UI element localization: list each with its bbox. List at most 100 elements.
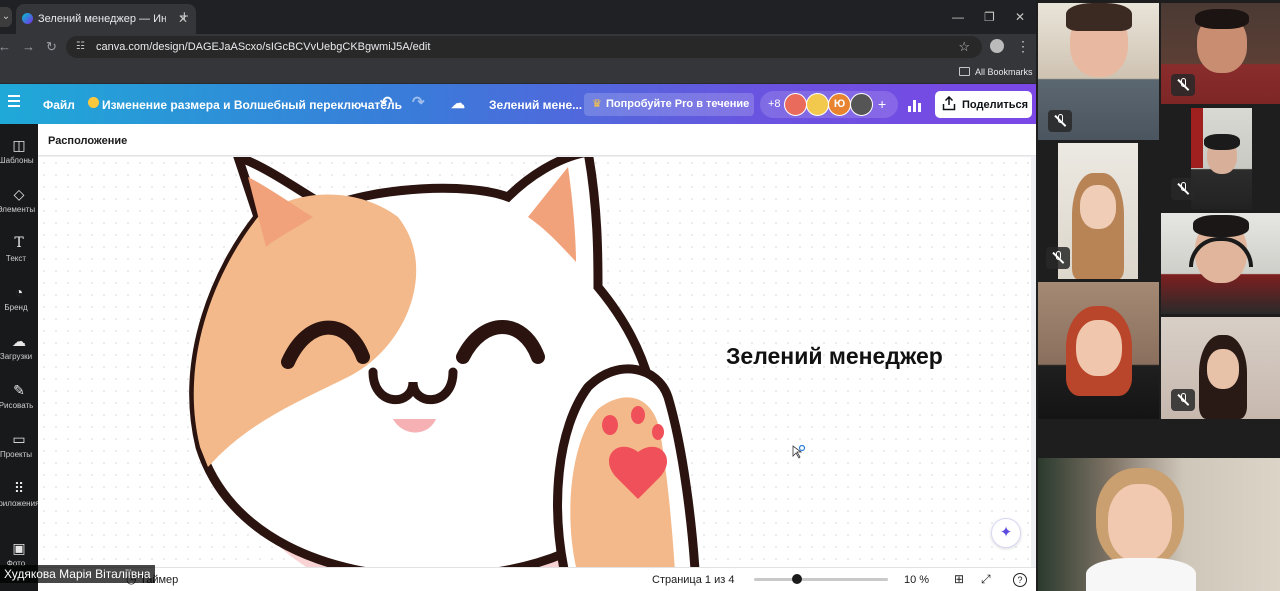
insights-icon[interactable] [904, 94, 926, 114]
all-bookmarks-link[interactable]: All Bookmarks [975, 66, 1033, 78]
draw-icon: ✎ [13, 382, 25, 398]
participant-tile[interactable] [1038, 282, 1159, 419]
address-bar[interactable]: ☷ canva.com/design/DAGEJaAScxo/sIGcBCVvU… [66, 36, 982, 58]
sidebar-item-elements[interactable]: ◇ Элементы [0, 185, 38, 233]
sidebar-item-draw[interactable]: ✎ Рисовать [0, 381, 38, 429]
grid-view-icon[interactable]: ⊞ [954, 572, 964, 587]
sidebar-item-brand[interactable]: ◔ Бренд [0, 283, 38, 331]
sidebar-item-apps[interactable]: ⠿ Приложения [0, 479, 40, 527]
redo-icon[interactable]: ↷ [412, 95, 425, 111]
screen: ⌄ Зелений менеджер — Интера ✕ + — ❐ ✕ ← … [0, 0, 1280, 591]
participant-tile[interactable] [1161, 3, 1280, 104]
try-pro-label: Попробуйте Pro в течение ... [606, 98, 751, 110]
share-button[interactable]: Поделиться [935, 91, 1032, 118]
sidebar-item-label: Элементы [0, 205, 36, 214]
canva-header: Файл Изменение размера и Волшебный перек… [0, 84, 1036, 124]
muted-mic-icon [1046, 247, 1070, 269]
sidebar-item-uploads[interactable]: ☁ Загрузки [0, 332, 38, 380]
participant-tile[interactable] [1058, 143, 1138, 279]
magic-assistant-button[interactable]: ✦ [991, 518, 1021, 548]
participant-tile[interactable] [1191, 108, 1252, 209]
sidebar-item-templates[interactable]: ◫ Шаблоны [0, 136, 38, 184]
cat-illustration[interactable] [148, 157, 708, 567]
participant-tile[interactable] [1161, 213, 1280, 314]
tab-search-icon[interactable]: ⌄ [0, 7, 12, 27]
window-close-icon[interactable]: ✕ [1015, 9, 1025, 25]
participant-tile[interactable] [1038, 3, 1159, 140]
collaborators[interactable]: +8 Ю + [760, 91, 898, 118]
templates-icon: ◫ [12, 137, 26, 153]
new-tab-icon[interactable]: + [180, 8, 189, 26]
photos-icon: ▣ [12, 540, 26, 556]
editor-canvas-area: Расположение Зелений менеджер ✦ [38, 124, 1036, 567]
collaborator-count: +8 [768, 98, 781, 110]
zoom-slider-thumb[interactable] [791, 574, 802, 584]
muted-mic-icon [1048, 110, 1072, 132]
menu-icon[interactable] [8, 95, 20, 107]
presenter-video-tile[interactable] [1038, 458, 1280, 591]
sidebar-item-text[interactable]: T Текст [0, 234, 38, 282]
sidebar-item-label: Загрузки [0, 352, 33, 361]
bookmarks-bar: All Bookmarks [0, 60, 1036, 84]
avatar[interactable] [784, 93, 807, 116]
zoom-level[interactable]: 10 % [904, 573, 929, 587]
sidebar-item-label: Шаблоны [0, 156, 34, 165]
zoom-slider[interactable] [754, 578, 888, 581]
browser-tab[interactable]: Зелений менеджер — Интера ✕ [16, 4, 196, 34]
avatar[interactable] [806, 93, 829, 116]
browser-menu-icon[interactable]: ⋮ [1016, 37, 1030, 55]
url-text[interactable]: canva.com/design/DAGEJaAScxo/sIGcBCVvUeb… [96, 40, 430, 54]
video-call-panel [1036, 0, 1280, 591]
site-info-icon[interactable]: ☷ [76, 40, 85, 54]
slide-page[interactable]: Зелений менеджер ✦ ⌃ [38, 157, 1031, 567]
resize-button[interactable]: Изменение размера и Волшебный переключат… [102, 97, 402, 113]
browser-toolbar: ← → ↻ ☷ canva.com/design/DAGEJaAScxo/sIG… [0, 34, 1036, 60]
design-name[interactable]: Зелений мене... [489, 97, 582, 113]
text-icon: T [14, 235, 24, 251]
canva-favicon-icon [22, 13, 33, 24]
sidebar-item-label: Приложения [0, 499, 40, 508]
tab-title: Зелений менеджер — Интера [38, 13, 166, 25]
muted-mic-icon [1171, 74, 1195, 96]
restore-icon[interactable]: ❐ [984, 9, 995, 25]
participant-tile[interactable] [1161, 317, 1280, 419]
tab-strip: ⌄ Зелений менеджер — Интера ✕ + — ❐ ✕ [0, 0, 1036, 34]
canva-sidebar: ◫ Шаблоны ◇ Элементы T Текст ◔ Бренд ☁ З… [0, 124, 40, 591]
add-collaborator-icon[interactable]: + [878, 95, 886, 113]
brand-icon: ◔ [14, 284, 24, 300]
muted-mic-icon [1171, 389, 1195, 411]
projects-icon: ▭ [12, 431, 26, 447]
uploads-icon: ☁ [12, 333, 26, 349]
upload-share-icon [942, 96, 956, 111]
apps-icon: ⠿ [13, 480, 25, 496]
forward-icon[interactable]: → [22, 38, 35, 56]
try-pro-button[interactable]: ♛ Попробуйте Pro в течение ... [584, 93, 754, 116]
avatar[interactable] [850, 93, 873, 116]
muted-mic-icon [1171, 178, 1195, 200]
extension-icon[interactable] [990, 39, 1004, 53]
editor-footer: ◷ Таймер Страница 1 из 4 10 % ⊞ ⤢ ? [38, 567, 1036, 591]
file-menu[interactable]: Файл [43, 97, 75, 113]
share-label: Поделиться [962, 99, 1029, 111]
minimize-icon[interactable]: — [952, 9, 964, 25]
reload-icon[interactable]: ↻ [46, 38, 57, 56]
slide-title-text[interactable]: Зелений менеджер [726, 342, 943, 370]
help-icon[interactable]: ? [1013, 573, 1027, 587]
page-header: Расположение [38, 124, 1036, 156]
sidebar-item-label: Рисовать [0, 401, 34, 410]
crown-icon [88, 97, 99, 108]
page-indicator[interactable]: Страница 1 из 4 [652, 573, 734, 587]
section-label: Расположение [48, 135, 128, 147]
pro-crown-icon: ♛ [592, 98, 602, 110]
cloud-save-icon[interactable]: ☁ [451, 95, 465, 111]
elements-icon: ◇ [13, 186, 25, 202]
fullscreen-icon[interactable]: ⤢ [981, 572, 991, 587]
sidebar-item-label: Текст [5, 254, 27, 263]
presenter-name-label: Худякова Марія Віталіївна [0, 565, 155, 583]
back-icon[interactable]: ← [0, 38, 11, 56]
bookmark-star-icon[interactable]: ☆ [958, 39, 970, 55]
cursor-icon [792, 445, 806, 459]
undo-icon[interactable]: ↶ [380, 95, 393, 111]
avatar[interactable]: Ю [828, 93, 851, 116]
sidebar-item-projects[interactable]: ▭ Проекты [0, 430, 38, 478]
